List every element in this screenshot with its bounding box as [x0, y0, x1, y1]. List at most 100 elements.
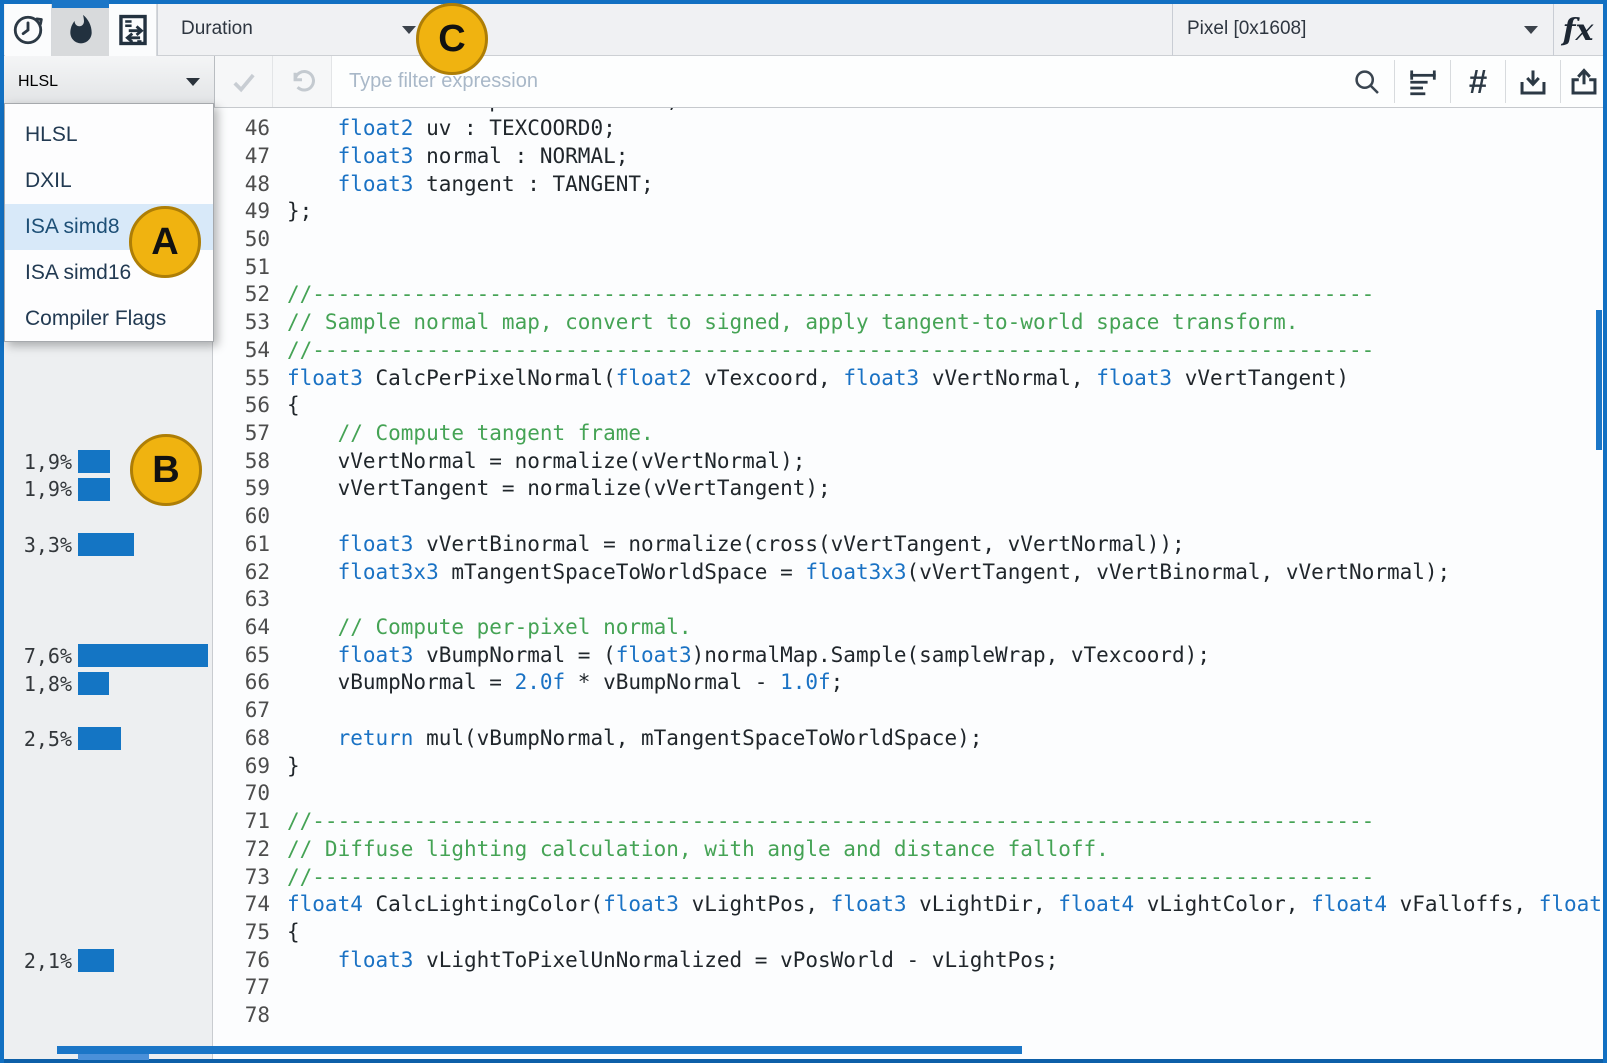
duration-dropdown-label: Duration [181, 18, 253, 40]
horizontal-scrollbar-thumb[interactable] [57, 1046, 1022, 1054]
annotation-badge-c: C [416, 3, 488, 75]
annotation-badge-b: B [130, 434, 202, 506]
panel-horizontal-scrollbar-thumb[interactable] [78, 1054, 149, 1060]
line-number: 64 [214, 614, 270, 642]
code-text: vVertTangent = normalize(vVertTangent); [287, 476, 831, 500]
compare-list-icon [116, 13, 150, 47]
code-line: 57 // Compute tangent frame. [214, 420, 1603, 448]
tab-heatmap[interactable] [52, 4, 109, 56]
export-button[interactable] [1561, 56, 1607, 107]
active-tab-indicator [52, 0, 109, 8]
heat-percentage-label: 2,1% [4, 949, 72, 973]
chevron-down-icon [186, 78, 200, 86]
filter-bar: HLSL Type filter expression [4, 56, 1603, 108]
line-number: 63 [214, 586, 270, 614]
hash-icon: # [1469, 63, 1487, 101]
fx-constants-button[interactable]: fx [1553, 4, 1603, 56]
code-line: 53// Sample normal map, convert to signe… [214, 309, 1603, 337]
code-line: 67 [214, 697, 1603, 725]
word-wrap-button[interactable] [1395, 56, 1450, 107]
line-number: 50 [214, 226, 270, 254]
code-line: 54//------------------------------------… [214, 337, 1603, 365]
heat-bar-row: 2,5% [4, 725, 213, 753]
download-button[interactable] [1506, 56, 1560, 107]
line-number: 70 [214, 780, 270, 808]
search-icon [1352, 67, 1382, 97]
code-text: float4 CalcLightingColor(float3 vLightPo… [287, 892, 1603, 916]
code-text: vVertNormal = normalize(vVertNormal); [287, 449, 805, 473]
heat-percentage-label: 2,5% [4, 727, 72, 751]
code-text: float3x3 mTangentSpaceToWorldSpace = flo… [287, 560, 1450, 584]
menu-item-hlsl[interactable]: HLSL [5, 112, 213, 158]
line-number: 49 [214, 198, 270, 226]
search-button[interactable] [1340, 56, 1394, 107]
heat-bar-row: 1,8% [4, 670, 213, 698]
code-text: float3 CalcPerPixelNormal(float2 vTexcoo… [287, 366, 1349, 390]
code-text: //--------------------------------------… [287, 282, 1374, 306]
code-text: // Sample normal map, convert to signed,… [287, 310, 1298, 334]
line-number: 77 [214, 974, 270, 1002]
revert-filter-button[interactable] [273, 56, 332, 107]
code-line: 52//------------------------------------… [214, 281, 1603, 309]
line-number: 68 [214, 725, 270, 753]
vertical-scrollbar-thumb[interactable] [1596, 310, 1602, 450]
heat-bar [78, 478, 110, 501]
code-text: //--------------------------------------… [287, 865, 1374, 889]
chevron-down-icon [1524, 26, 1538, 34]
code-line: 75{ [214, 919, 1603, 947]
code-text: float3 vVertBinormal = normalize(cross(v… [287, 532, 1185, 556]
code-line: 74float4 CalcLightingColor(float3 vLight… [214, 891, 1603, 919]
code-text: float4 worldpos : POSITION; [287, 108, 679, 112]
heat-percentage-label: 1,9% [4, 477, 72, 501]
code-line: 65 float3 vBumpNormal = (float3)normalMa… [214, 642, 1603, 670]
filter-input[interactable]: Type filter expression [332, 56, 1340, 107]
code-line: 59 vVertTangent = normalize(vVertTangent… [214, 475, 1603, 503]
code-line: 51 [214, 254, 1603, 282]
code-line: 63 [214, 586, 1603, 614]
top-toolbar: Duration Pixel [0x1608] fx [4, 4, 1603, 56]
tab-compare[interactable] [109, 4, 157, 56]
code-line: 55float3 CalcPerPixelNormal(float2 vTexc… [214, 365, 1603, 393]
apply-filter-button[interactable] [215, 56, 273, 107]
heat-bar [78, 533, 134, 556]
code-line: 66 vBumpNormal = 2.0f * vBumpNormal - 1.… [214, 669, 1603, 697]
code-text: float3 tangent : TANGENT; [287, 172, 654, 196]
tab-history[interactable] [5, 4, 52, 56]
code-editor[interactable]: 45 float4 worldpos : POSITION;46 float2 … [214, 108, 1603, 1059]
code-text: { [287, 920, 300, 944]
heat-percentage-label: 7,6% [4, 644, 72, 668]
word-wrap-icon [1408, 67, 1438, 97]
duration-dropdown[interactable]: Duration [166, 4, 441, 56]
heat-bar-row: 7,6% [4, 642, 213, 670]
line-number: 60 [214, 503, 270, 531]
export-icon [1569, 67, 1599, 97]
code-line: 77 [214, 974, 1603, 1002]
line-number: 71 [214, 808, 270, 836]
flame-icon [65, 13, 97, 47]
line-number: 76 [214, 947, 270, 975]
code-text: //--------------------------------------… [287, 809, 1374, 833]
heat-bar [78, 450, 110, 473]
line-number: 48 [214, 171, 270, 199]
code-text: float3 vLightToPixelUnNormalized = vPosW… [287, 948, 1058, 972]
pixel-shader-dropdown-label: Pixel [0x1608] [1187, 18, 1306, 40]
window-border-right [1603, 0, 1607, 1063]
menu-item-compiler-flags[interactable]: Compiler Flags [5, 296, 213, 342]
heat-bar [78, 727, 121, 750]
code-line: 78 [214, 1002, 1603, 1030]
line-numbers-button[interactable]: # [1451, 56, 1505, 107]
code-line: 50 [214, 226, 1603, 254]
pixel-shader-dropdown[interactable]: Pixel [0x1608] [1172, 4, 1553, 56]
view-mode-dropdown[interactable]: HLSL [4, 56, 215, 107]
menu-item-dxil[interactable]: DXIL [5, 158, 213, 204]
view-mode-value: HLSL [18, 73, 58, 91]
line-number: 47 [214, 143, 270, 171]
toolbar-divider [157, 4, 158, 56]
code-line: 60 [214, 503, 1603, 531]
code-text: return mul(vBumpNormal, mTangentSpaceToW… [287, 726, 982, 750]
code-text: }; [287, 199, 312, 223]
code-line: 47 float3 normal : NORMAL; [214, 143, 1603, 171]
line-number: 59 [214, 475, 270, 503]
code-line: 71 //------------------------------------… [214, 808, 1603, 836]
line-number: 65 [214, 642, 270, 670]
